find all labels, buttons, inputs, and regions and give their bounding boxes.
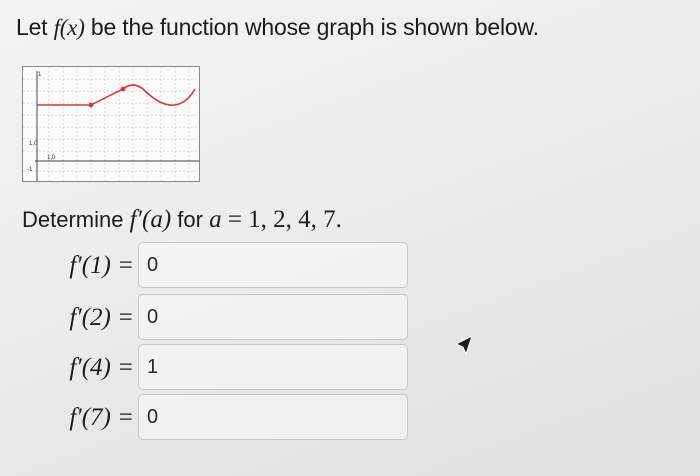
- prompt-text: Determine f′(a) for a = 1, 2, 4, 7.: [22, 206, 342, 234]
- answer-label: f′(4) =: [69, 354, 134, 381]
- function-graph: 1,0 1,0 1 -1: [22, 66, 200, 182]
- answer-value: 1: [147, 356, 159, 378]
- answer-row-2: f′(2) = 0: [30, 294, 410, 342]
- answer-row-1: f′(1) = 0: [30, 242, 410, 290]
- prompt-var: a: [209, 206, 222, 233]
- graph-grid: [23, 67, 199, 181]
- question-suffix: be the function whose graph is shown bel…: [84, 14, 539, 40]
- prompt-determine: Determine: [22, 207, 130, 232]
- answer-label: f′(7) =: [69, 404, 134, 431]
- answer-input-2[interactable]: 0: [138, 294, 408, 340]
- question-arg: (x): [59, 15, 85, 40]
- answer-label: f′(2) =: [69, 304, 134, 331]
- function-curve: [37, 84, 196, 106]
- curve-point: [88, 102, 94, 108]
- prompt-values: = 1, 2, 4, 7.: [221, 206, 342, 233]
- y-axis-label-top: 1: [38, 72, 42, 78]
- answer-input-1[interactable]: 0: [138, 242, 408, 288]
- y-axis-label-bottom: -1: [27, 167, 33, 173]
- answer-value: 0: [147, 406, 159, 428]
- answer-label: f′(1) =: [69, 252, 134, 279]
- tick-label-top: 1,0: [29, 141, 38, 147]
- answer-row-4: f′(7) = 0: [30, 394, 410, 442]
- answer-row-3: f′(4) = 1: [30, 344, 410, 392]
- prompt-expr: f′(a): [129, 206, 172, 233]
- question-text: Let f(x) be the function whose graph is …: [16, 14, 539, 41]
- answer-value: 0: [147, 254, 159, 276]
- prompt-for: for: [171, 207, 210, 232]
- answer-input-3[interactable]: 1: [138, 344, 408, 390]
- mouse-pointer-icon: [454, 334, 474, 363]
- curve-point: [120, 86, 126, 92]
- answer-input-4[interactable]: 0: [138, 394, 408, 440]
- answer-value: 0: [147, 306, 159, 328]
- tick-label-mid: 1,0: [47, 155, 56, 161]
- graph-svg: 1,0 1,0 1 -1: [23, 67, 199, 181]
- question-prefix: Let: [16, 14, 54, 40]
